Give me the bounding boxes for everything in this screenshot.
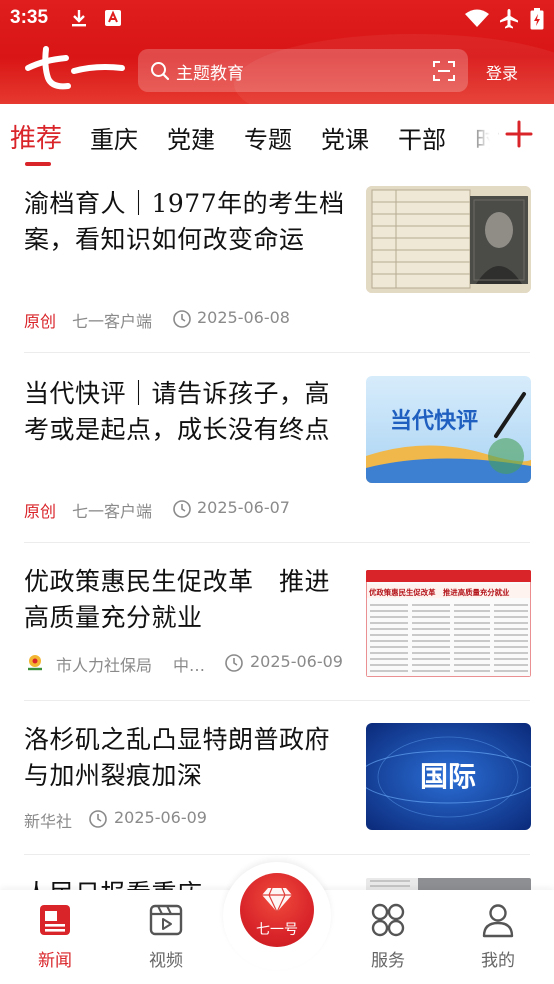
channel-tabs: 推荐 重庆 党建 专题 党课 干部 时 [0, 104, 554, 170]
news-date: 2025-06-08 [197, 308, 290, 327]
tab-cadres[interactable]: 干部 [398, 120, 446, 155]
news-thumbnail: 当代快评 [366, 376, 531, 483]
news-icon [40, 905, 70, 935]
nav-service-label: 服务 [371, 951, 405, 971]
scan-icon[interactable] [432, 59, 456, 83]
thumbnail-caption: 当代快评 [390, 409, 478, 434]
clock-icon [225, 654, 243, 672]
nav-mine-label: 我的 [481, 951, 515, 971]
news-source: 七一客户端 [72, 312, 153, 331]
diamond-icon [262, 887, 292, 914]
active-tab-indicator [25, 162, 51, 166]
newspaper-photo-thumbnail [366, 878, 531, 890]
add-channel-icon[interactable] [504, 119, 534, 149]
nav-center-label: 七一号 [256, 922, 298, 938]
search-placeholder: 主题教育 [176, 64, 244, 84]
airplane-mode-icon [500, 9, 518, 29]
profile-icon [482, 904, 514, 938]
news-title: 洛杉矶之乱凸显特朗普政府与加州裂痕加深 [24, 725, 331, 790]
news-title: 渝档育人｜1977年的考生档案，看知识如何改变命运 [24, 189, 345, 254]
news-tag: 原创 [24, 312, 57, 331]
search-icon [151, 62, 170, 81]
battery-icon [530, 8, 544, 30]
tabs-fade [458, 104, 498, 170]
download-icon [72, 10, 86, 27]
commentary-banner-thumbnail: 当代快评 [366, 376, 531, 483]
news-thumbnail: 优政策惠民生促改革 推进高质量充分就业 [366, 570, 531, 677]
tab-special[interactable]: 专题 [244, 120, 292, 155]
news-date: 2025-06-09 [250, 652, 343, 671]
news-thumbnail [366, 186, 531, 293]
news-title: 优政策惠民生促改革 推进高质量充分就业 [24, 567, 331, 632]
app-notification-icon [105, 10, 121, 26]
clock-icon [173, 500, 191, 518]
divider [24, 700, 530, 701]
international-banner-thumbnail: 国际 [366, 723, 531, 830]
news-source: 七一客户端 [72, 502, 153, 521]
clock-icon [89, 810, 107, 828]
status-bar: 3:35 [0, 0, 554, 36]
archive-photo-thumbnail [366, 186, 531, 293]
tab-party-building[interactable]: 党建 [167, 120, 215, 155]
divider [24, 352, 530, 353]
divider [24, 542, 530, 543]
app-logo[interactable]: 七一 [22, 44, 126, 94]
search-input[interactable]: 主题教育 [138, 49, 468, 92]
divider [24, 854, 530, 855]
thumbnail-caption: 国际 [420, 760, 476, 793]
tab-recommend[interactable]: 推荐 [10, 118, 62, 155]
hr-bureau-logo-icon [28, 655, 42, 671]
news-source: 新华社 [24, 812, 73, 831]
login-button[interactable]: 登录 [486, 60, 518, 84]
news-thumbnail: 国际 [366, 723, 531, 830]
news-tag: 原创 [24, 502, 57, 521]
news-thumbnail [366, 878, 531, 890]
clock-icon [173, 310, 191, 328]
nav-video-label: 视频 [149, 951, 183, 971]
news-source: 市人力社保局 [56, 656, 153, 675]
news-title: 当代快评｜请告诉孩子，高考或是起点，成长没有终点 [24, 379, 331, 444]
app-header: 3:35 七一 主题教育 [0, 0, 554, 104]
nav-news-label: 新闻 [38, 951, 72, 971]
thumbnail-caption: 优政策惠民生促改革 推进高质量充分就业 [369, 588, 510, 597]
tab-chongqing[interactable]: 重庆 [90, 120, 138, 155]
video-icon [149, 904, 183, 936]
nav-video[interactable]: 视频 [126, 890, 206, 984]
wifi-icon [465, 9, 489, 27]
nav-qiyi-hao-button[interactable]: 七一号 [240, 873, 314, 947]
status-time: 3:35 [10, 7, 49, 28]
news-date: 2025-06-09 [114, 808, 207, 827]
nav-news[interactable]: 新闻 [15, 890, 95, 984]
services-grid-icon [371, 903, 405, 937]
news-source-extra: 中… [173, 656, 206, 675]
nav-mine[interactable]: 我的 [458, 890, 538, 984]
nav-service[interactable]: 服务 [348, 890, 428, 984]
news-date: 2025-06-07 [197, 498, 290, 517]
newspaper-thumbnail: 优政策惠民生促改革 推进高质量充分就业 [366, 570, 531, 677]
tab-party-lesson[interactable]: 党课 [321, 120, 369, 155]
news-feed: 渝档育人｜1977年的考生档案，看知识如何改变命运 原创 七一客户端 2025-… [0, 170, 554, 890]
